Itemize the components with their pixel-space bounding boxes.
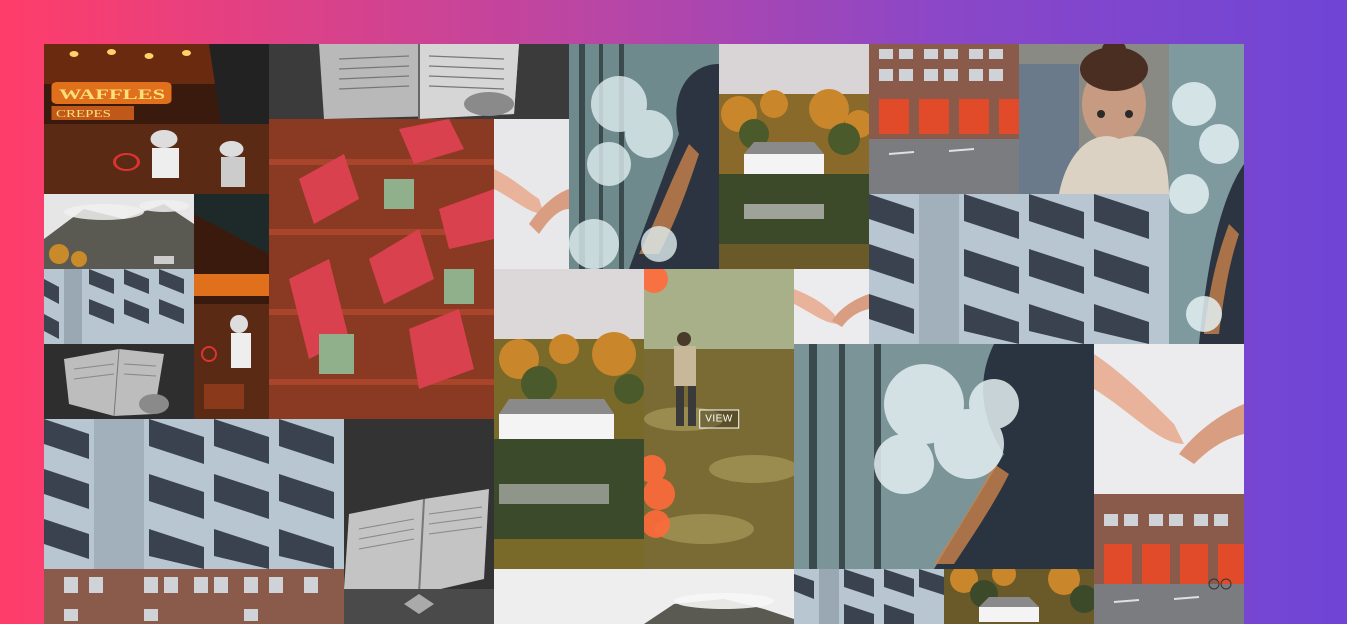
gallery-tile-smoke-portrait-narrow[interactable] bbox=[1169, 44, 1244, 344]
smoke-portrait-photo bbox=[1169, 44, 1244, 344]
gallery-tile-fire-station-wide[interactable] bbox=[44, 569, 344, 624]
gallery-tile-holding-hands-large[interactable] bbox=[1094, 344, 1244, 494]
holding-hands-photo bbox=[794, 269, 869, 344]
smoke-portrait-photo bbox=[569, 44, 719, 269]
gallery-tile-apartment-facade[interactable] bbox=[44, 269, 194, 344]
gallery-tile-lakeside-house-tall[interactable] bbox=[494, 269, 644, 569]
apartment-facade-photo bbox=[869, 194, 1169, 344]
waffles-sign: WAFFLES bbox=[59, 86, 165, 102]
gallery-tile-man-walking-field[interactable]: VIEW bbox=[644, 269, 794, 569]
gallery-tile-open-book-dark[interactable] bbox=[44, 344, 194, 419]
gallery-tile-red-shutters[interactable] bbox=[269, 119, 494, 419]
gallery-tile-lakeside-house[interactable] bbox=[719, 44, 869, 269]
misty-mountain-photo bbox=[494, 569, 794, 624]
gallery-tile-open-book[interactable] bbox=[269, 44, 569, 119]
gallery-tile-woman-sweater[interactable] bbox=[1019, 44, 1169, 194]
woman-sweater-portrait-photo bbox=[1019, 44, 1169, 194]
gallery-tile-misty-mountain-wide[interactable] bbox=[494, 569, 794, 624]
gallery-tile-lakeside-house-bottom[interactable] bbox=[944, 569, 1094, 624]
apartment-facade-photo bbox=[44, 419, 344, 569]
lakeside-house-photo bbox=[719, 44, 869, 269]
gallery-tile-waffles-stand[interactable]: WAFFLES CREPES bbox=[44, 44, 269, 194]
gallery-tile-holding-hands[interactable] bbox=[494, 119, 569, 269]
gallery-tile-holding-hands-small[interactable] bbox=[794, 269, 869, 344]
gallery-tile-apartment-facade-large[interactable] bbox=[869, 194, 1169, 344]
fire-station-photo bbox=[44, 569, 344, 624]
gallery-tile-open-book-tall[interactable] bbox=[344, 419, 494, 624]
fire-station-photo bbox=[1094, 494, 1244, 624]
crepes-sign: CREPES bbox=[56, 108, 111, 119]
lakeside-house-photo bbox=[494, 269, 644, 569]
fire-station-photo bbox=[869, 44, 1019, 194]
apartment-facade-photo bbox=[794, 569, 944, 624]
smoke-portrait-photo bbox=[794, 344, 1094, 569]
open-book-photo bbox=[269, 44, 569, 119]
gallery-tile-smoke-portrait-large[interactable] bbox=[794, 344, 1094, 569]
gallery-tile-fire-station-right[interactable] bbox=[1094, 494, 1244, 624]
gallery-tile-fire-station[interactable] bbox=[869, 44, 1019, 194]
holding-hands-photo bbox=[494, 119, 569, 269]
gallery-tile-apartment-facade-wide[interactable] bbox=[44, 419, 344, 569]
open-book-photo bbox=[344, 419, 494, 624]
misty-mountain-photo bbox=[44, 194, 194, 269]
gallery-tile-apartment-facade-bottom[interactable] bbox=[794, 569, 944, 624]
gallery-tile-misty-mountain[interactable] bbox=[44, 194, 194, 269]
waffles-stand-photo: WAFFLES CREPES bbox=[44, 44, 269, 194]
gallery-tile-waffles-stand-narrow[interactable] bbox=[194, 194, 269, 419]
lakeside-house-photo bbox=[944, 569, 1094, 624]
holding-hands-photo bbox=[1094, 344, 1244, 494]
open-book-photo bbox=[44, 344, 194, 419]
red-shutters-building-photo bbox=[269, 119, 494, 419]
gallery-tile-smoke-portrait[interactable] bbox=[569, 44, 719, 269]
apartment-facade-photo bbox=[44, 269, 194, 344]
photo-gallery-grid: WAFFLES CREPES VIEW bbox=[44, 44, 1244, 624]
waffles-stand-photo bbox=[194, 194, 269, 419]
view-button[interactable]: VIEW bbox=[699, 409, 739, 429]
